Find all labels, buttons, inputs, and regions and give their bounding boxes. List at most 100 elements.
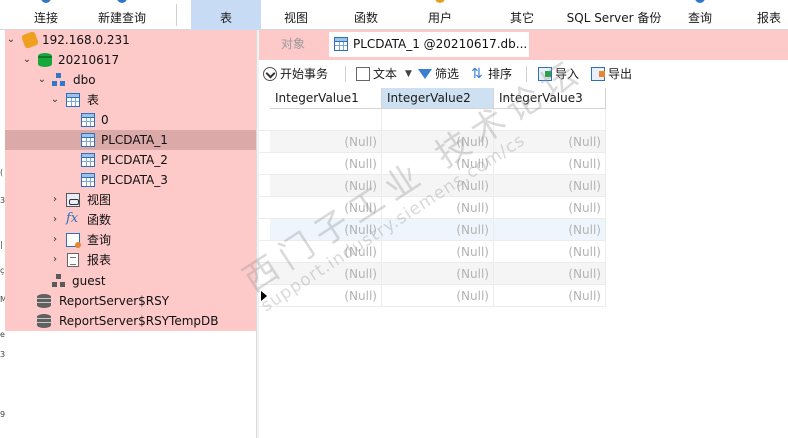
column-header-integervalue2[interactable]: IntegerValue2: [382, 88, 494, 109]
tree-node-table[interactable]: PLCDATA_2: [5, 150, 256, 170]
database-icon: [37, 314, 51, 328]
grid-cell[interactable]: (Null): [382, 197, 494, 219]
text-icon: [356, 67, 370, 81]
grid-cell[interactable]: (Null): [382, 263, 494, 285]
tab-plcdata-1[interactable]: PLCDATA_1 @20210617.db...: [329, 32, 529, 57]
new-query-button[interactable]: 新建查询: [84, 0, 160, 30]
export-icon: [591, 67, 605, 81]
begin-transaction-button[interactable]: 开始事务: [263, 64, 339, 84]
connection-icon: [21, 31, 39, 49]
tree-node-database[interactable]: ReportServer$RSYTempDB: [5, 311, 256, 331]
query-button[interactable]: 查询: [672, 0, 728, 30]
navigator-empty-area: [5, 331, 256, 438]
grid-cell[interactable]: (Null): [382, 219, 494, 241]
chevron-down-icon[interactable]: ⌄: [36, 70, 48, 90]
report-button[interactable]: 报表: [746, 0, 788, 30]
grid-cell[interactable]: (Null): [270, 263, 382, 285]
tab-objects[interactable]: 对象: [259, 32, 327, 57]
tree-node-queries-folder[interactable]: › 查询: [5, 230, 256, 250]
chevron-right-icon[interactable]: ›: [49, 210, 61, 230]
grid-cell[interactable]: [270, 109, 382, 131]
tree-node-table[interactable]: PLCDATA_3: [5, 170, 256, 190]
table-toolbar: 开始事务 文本 ▼ 筛选 ⇅ 排序 导入 导出: [259, 60, 788, 87]
row-header[interactable]: [259, 263, 270, 285]
table-icon: [334, 37, 348, 51]
connect-button[interactable]: 连接: [14, 0, 78, 30]
filter-button[interactable]: 筛选: [418, 64, 464, 84]
grid-cell[interactable]: (Null): [270, 241, 382, 263]
row-header[interactable]: [259, 241, 270, 263]
row-header[interactable]: [259, 109, 270, 131]
view-button[interactable]: 视图: [266, 0, 326, 30]
tree-node-connection[interactable]: ⌄ 192.168.0.231: [5, 30, 256, 50]
grid-cell[interactable]: (Null): [270, 175, 382, 197]
user-button[interactable]: 用户: [410, 0, 470, 30]
grid-cell[interactable]: (Null): [270, 197, 382, 219]
grid-cell[interactable]: [494, 109, 606, 131]
export-button[interactable]: 导出: [591, 64, 637, 84]
table-button[interactable]: 表: [191, 0, 261, 30]
connect-icon: [41, 0, 51, 3]
grid-cell[interactable]: (Null): [270, 131, 382, 153]
database-icon: [37, 294, 51, 308]
grid-cell[interactable]: (Null): [270, 153, 382, 175]
grid-cell[interactable]: (Null): [494, 219, 606, 241]
grid-cell[interactable]: (Null): [494, 285, 606, 307]
function-icon: fx: [66, 211, 79, 226]
sql-server-backup-button[interactable]: SQL Server 备份: [562, 0, 666, 30]
toolbar-divider: [176, 4, 177, 26]
row-header[interactable]: [259, 197, 270, 219]
navigator-tree: ⌄ 192.168.0.231 ⌄ 20210617 ⌄ dbo ⌄ 表 0 P…: [5, 30, 256, 331]
grid-cell[interactable]: (Null): [382, 285, 494, 307]
grid-cell[interactable]: (Null): [494, 131, 606, 153]
grid-cell[interactable]: (Null): [494, 153, 606, 175]
grid-cell[interactable]: (Null): [382, 175, 494, 197]
row-header[interactable]: [259, 219, 270, 241]
chevron-down-icon[interactable]: ⌄: [5, 30, 17, 50]
function-button[interactable]: 函数: [336, 0, 396, 30]
tree-node-views-folder[interactable]: › 视图: [5, 190, 256, 210]
import-button[interactable]: 导入: [538, 64, 584, 84]
tree-node-database[interactable]: ReportServer$RSY: [5, 291, 256, 311]
chevron-down-icon[interactable]: ⌄: [21, 50, 33, 70]
tree-node-database[interactable]: ⌄ 20210617: [5, 50, 256, 70]
user-icon: [435, 0, 445, 3]
row-header[interactable]: [259, 131, 270, 153]
view-icon: [66, 193, 80, 207]
tab-strip: 对象 PLCDATA_1 @20210617.db...: [259, 30, 788, 57]
grid-cell[interactable]: (Null): [494, 263, 606, 285]
grid-cell[interactable]: (Null): [270, 219, 382, 241]
sort-button[interactable]: ⇅ 排序: [471, 64, 517, 84]
grid-cell[interactable]: (Null): [270, 285, 382, 307]
grid-cell[interactable]: [382, 109, 494, 131]
row-header[interactable]: [259, 175, 270, 197]
current-row-marker-icon: [261, 291, 267, 301]
tree-node-table[interactable]: 0: [5, 110, 256, 130]
grid-cell[interactable]: (Null): [382, 131, 494, 153]
text-button[interactable]: 文本 ▼: [356, 64, 414, 84]
new-query-icon: [117, 0, 127, 3]
data-grid: IntegerValue1 IntegerValue2 IntegerValue…: [259, 88, 788, 438]
chevron-right-icon[interactable]: ›: [49, 230, 61, 250]
tree-node-table-selected[interactable]: PLCDATA_1: [5, 130, 256, 150]
grid-cell[interactable]: (Null): [382, 153, 494, 175]
chevron-down-icon[interactable]: ⌄: [49, 90, 61, 110]
grid-cell[interactable]: (Null): [494, 197, 606, 219]
tree-node-functions-folder[interactable]: › fx 函数: [5, 210, 256, 230]
table-icon: [66, 93, 80, 107]
other-button[interactable]: 其它: [492, 0, 552, 30]
grid-cell[interactable]: (Null): [382, 241, 494, 263]
dropdown-caret-icon[interactable]: ▼: [405, 64, 412, 84]
tree-node-guest[interactable]: guest: [5, 271, 256, 291]
tree-node-reports-folder[interactable]: › 报表: [5, 250, 256, 270]
database-icon: [38, 53, 52, 67]
grid-cell[interactable]: (Null): [494, 175, 606, 197]
column-header-integervalue1[interactable]: IntegerValue1: [270, 88, 382, 109]
grid-cell[interactable]: (Null): [494, 241, 606, 263]
column-header-integervalue3[interactable]: IntegerValue3: [494, 88, 606, 109]
row-header[interactable]: [259, 153, 270, 175]
chevron-right-icon[interactable]: ›: [49, 190, 61, 210]
chevron-right-icon[interactable]: ›: [49, 250, 61, 270]
tree-node-tables-folder[interactable]: ⌄ 表: [5, 90, 256, 110]
tree-node-schema[interactable]: ⌄ dbo: [5, 70, 256, 90]
